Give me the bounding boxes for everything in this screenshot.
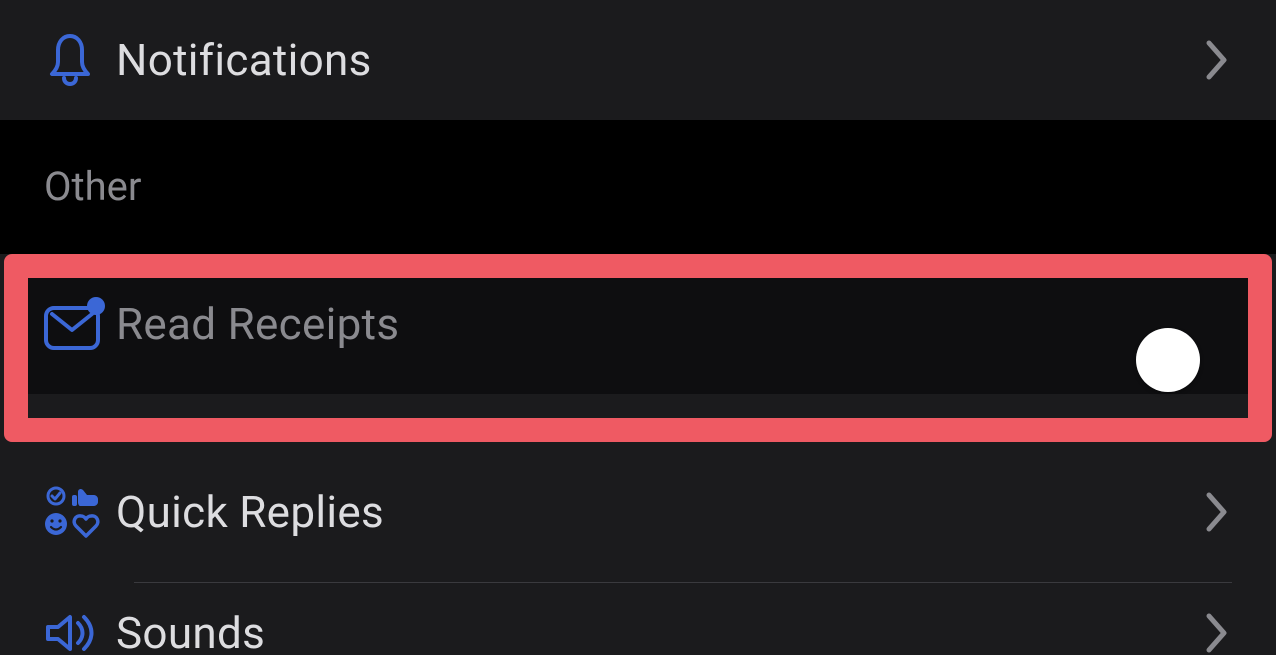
bell-icon — [44, 32, 116, 88]
section-header-label: Other — [44, 163, 141, 210]
notifications-label: Notifications — [116, 34, 372, 86]
settings-row-sounds[interactable]: Sounds — [0, 583, 1276, 655]
settings-row-notifications[interactable]: Notifications — [0, 0, 1276, 120]
chevron-right-icon — [1206, 492, 1228, 532]
read-receipts-label: Read Receipts — [116, 298, 399, 350]
section-header-other: Other — [0, 120, 1276, 230]
quick-replies-label: Quick Replies — [116, 486, 384, 538]
reactions-icon — [44, 486, 116, 538]
envelope-unread-icon — [44, 296, 116, 352]
chevron-right-icon — [1206, 40, 1228, 80]
chevron-right-icon — [1206, 613, 1228, 653]
speaker-icon — [44, 609, 116, 655]
highlighted-read-receipts: Read Receipts — [0, 254, 1276, 442]
settings-row-read-receipts[interactable]: Read Receipts — [28, 254, 1248, 394]
settings-row-quick-replies[interactable]: Quick Replies — [0, 442, 1276, 582]
sounds-label: Sounds — [116, 607, 265, 655]
